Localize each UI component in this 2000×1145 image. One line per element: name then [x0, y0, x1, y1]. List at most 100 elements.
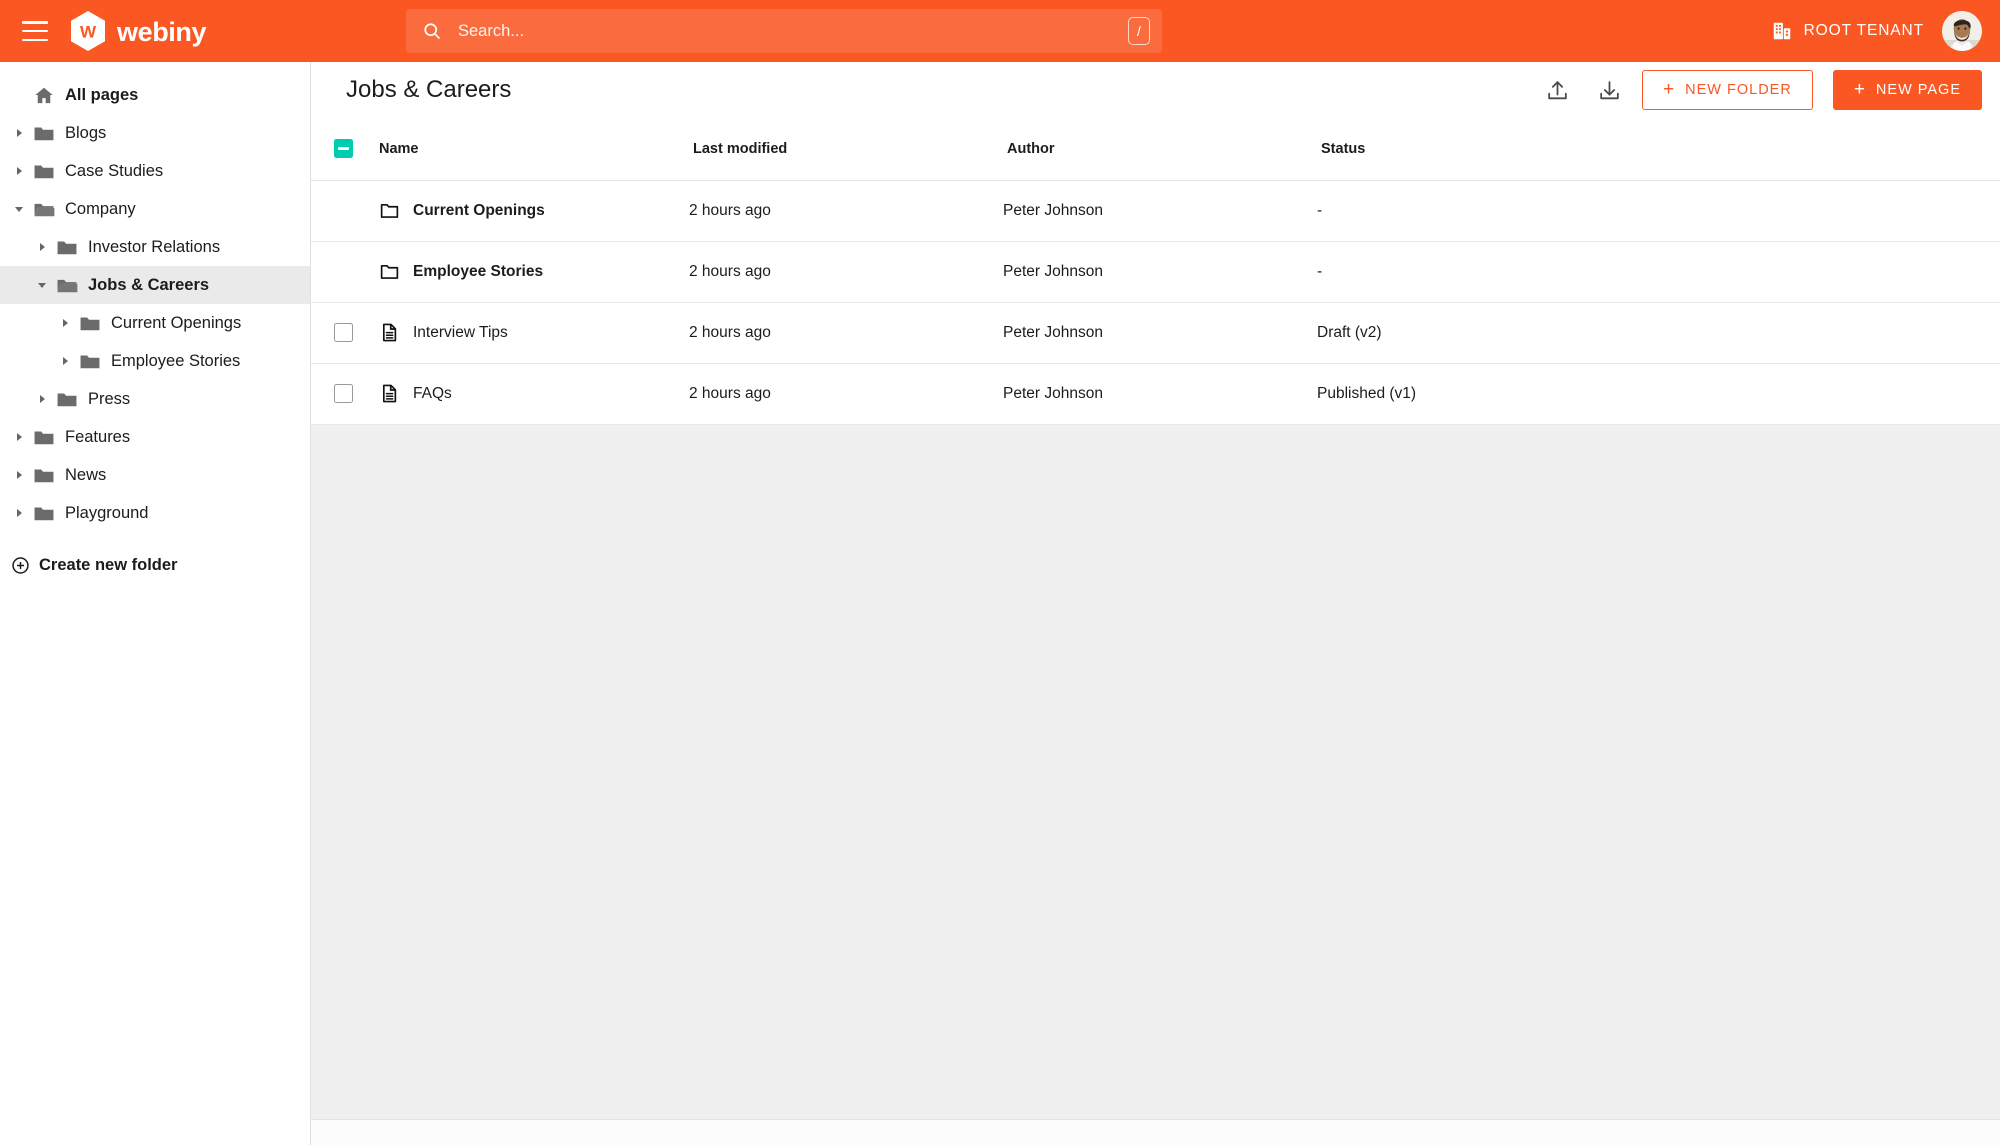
folder-icon — [34, 127, 54, 141]
search-shortcut-key[interactable]: / — [1128, 17, 1150, 45]
search-bar[interactable]: / — [406, 9, 1162, 53]
create-new-folder-label: Create new folder — [39, 555, 178, 574]
table-header-row: Name Last modified Author Status — [311, 118, 2000, 181]
content-card: Jobs & Careers + NEW FOLDER + NEW PAGE N… — [311, 62, 2000, 1145]
row-name-label: Employee Stories — [413, 262, 544, 280]
document-icon — [382, 384, 397, 403]
webiny-hexagon-logo: W — [71, 11, 105, 51]
chevron-down-icon[interactable] — [34, 277, 50, 293]
row-author: Peter Johnson — [1003, 241, 1317, 303]
column-header-last-modified[interactable]: Last modified — [689, 118, 1003, 181]
table-row[interactable]: Interview Tips 2 hours ago Peter Johnson Dr… — [311, 302, 2000, 364]
row-actions-cell — [1961, 241, 2000, 303]
row-name-cell[interactable]: Current Openings — [375, 180, 689, 242]
row-last-modified: 2 hours ago — [689, 241, 1003, 303]
search-input[interactable] — [458, 21, 1128, 41]
header-actions: + NEW FOLDER + NEW PAGE — [1538, 70, 1982, 110]
sidebar-item-label: Employee Stories — [111, 351, 241, 370]
plus-circle-icon — [12, 556, 29, 574]
webiny-brand-logo[interactable]: W webiny — [70, 11, 207, 51]
row-actions-cell — [1961, 363, 2000, 425]
sidebar-item-jobs-careers[interactable]: Jobs & Careers — [0, 266, 310, 304]
export-pages-button[interactable] — [1590, 71, 1628, 109]
sidebar-item-playground[interactable]: Playground — [0, 494, 310, 532]
chevron-right-icon[interactable] — [11, 467, 27, 483]
sidebar-item-label: Playground — [65, 503, 149, 522]
new-page-button[interactable]: + NEW PAGE — [1832, 70, 1982, 110]
sidebar-item-label: All pages — [65, 85, 139, 104]
row-status: - — [1317, 180, 1961, 242]
row-checkbox[interactable] — [333, 384, 353, 403]
sidebar-item-case-studies[interactable]: Case Studies — [0, 152, 310, 190]
top-app-bar: W webiny / — [0, 0, 2000, 62]
sidebar-item-label: Investor Relations — [88, 237, 221, 256]
row-last-modified: 2 hours ago — [689, 363, 1003, 425]
table-header: Name Last modified Author Status — [311, 118, 2000, 181]
row-checkbox[interactable] — [333, 323, 353, 342]
row-name-cell[interactable]: Interview Tips — [375, 302, 689, 364]
building-icon — [1773, 22, 1790, 40]
chevron-right-icon[interactable] — [57, 353, 73, 369]
table-row[interactable]: FAQs 2 hours ago Peter Johnson Published (v… — [311, 363, 2000, 425]
search-icon — [424, 23, 441, 40]
global-search: / — [406, 9, 1162, 53]
folder-icon — [80, 317, 100, 331]
create-new-folder-button[interactable]: Create new folder — [0, 546, 310, 584]
sidebar-item-features[interactable]: Features — [0, 418, 310, 456]
tenant-selector[interactable]: ROOT TENANT — [1771, 20, 1924, 42]
sidebar-item-current-openings[interactable]: Current Openings — [0, 304, 310, 342]
table-row[interactable]: Employee Stories 2 hours ago Peter Johnson… — [311, 241, 2000, 303]
page-header: Jobs & Careers + NEW FOLDER + NEW PAGE — [311, 62, 2000, 118]
folder-icon — [34, 431, 54, 445]
content-table: Name Last modified Author Status Current… — [311, 118, 2000, 425]
chevron-right-icon[interactable] — [11, 163, 27, 179]
sidebar-item-investor-relations[interactable]: Investor Relations — [0, 228, 310, 266]
avatar[interactable] — [1942, 11, 1982, 51]
hamburger-menu-icon[interactable] — [22, 21, 48, 41]
folder-icon — [380, 264, 399, 279]
row-name-label: FAQs — [413, 384, 452, 402]
sidebar-item-blogs[interactable]: Blogs — [0, 114, 310, 152]
folder-open-icon — [57, 279, 78, 293]
folder-icon — [34, 507, 54, 521]
sidebar-item-label: Case Studies — [65, 161, 164, 180]
chevron-right-icon[interactable] — [11, 505, 27, 521]
chevron-right-icon[interactable] — [34, 239, 50, 255]
folder-icon — [34, 165, 54, 179]
folder-tree-sidebar: All pages Blogs Case Studies Company Investo… — [0, 62, 311, 1145]
sidebar-item-press[interactable]: Press — [0, 380, 310, 418]
main-content: Jobs & Careers + NEW FOLDER + NEW PAGE N… — [311, 62, 2000, 1145]
sidebar-item-company[interactable]: Company — [0, 190, 310, 228]
row-status: - — [1317, 241, 1961, 303]
sidebar-item-label: Jobs & Careers — [88, 275, 210, 294]
sidebar-item-news[interactable]: News — [0, 456, 310, 494]
folder-icon — [80, 355, 100, 369]
row-name-cell[interactable]: FAQs — [375, 363, 689, 425]
new-folder-label: NEW FOLDER — [1685, 82, 1792, 98]
download-icon — [1599, 80, 1619, 99]
sidebar-item-all-pages[interactable]: All pages — [0, 76, 310, 114]
new-folder-button[interactable]: + NEW FOLDER — [1642, 70, 1813, 110]
chevron-right-icon[interactable] — [57, 315, 73, 331]
shortcut-key-label: / — [1137, 23, 1141, 39]
svg-text:W: W — [80, 23, 97, 42]
chevron-down-icon[interactable] — [11, 201, 27, 217]
column-header-name[interactable]: Name — [375, 118, 689, 181]
table-footer-bar — [311, 1119, 2000, 1145]
import-pages-button[interactable] — [1538, 71, 1576, 109]
sidebar-item-employee-stories[interactable]: Employee Stories — [0, 342, 310, 380]
column-header-status[interactable]: Status — [1317, 118, 1961, 181]
chevron-right-icon[interactable] — [11, 429, 27, 445]
column-header-author[interactable]: Author — [1003, 118, 1317, 181]
sidebar-item-label: Current Openings — [111, 313, 242, 332]
row-name-cell[interactable]: Employee Stories — [375, 241, 689, 303]
table-row[interactable]: Current Openings 2 hours ago Peter Johnson… — [311, 180, 2000, 242]
select-all-checkbox[interactable] — [333, 139, 353, 159]
chevron-right-icon[interactable] — [34, 391, 50, 407]
row-select-cell — [311, 302, 375, 364]
row-author: Peter Johnson — [1003, 180, 1317, 242]
chevron-right-icon[interactable] — [11, 125, 27, 141]
table-scroll-region[interactable]: Name Last modified Author Status Current… — [311, 118, 2000, 1119]
row-select-cell — [311, 363, 375, 425]
row-status: Published (v1) — [1317, 363, 1961, 425]
